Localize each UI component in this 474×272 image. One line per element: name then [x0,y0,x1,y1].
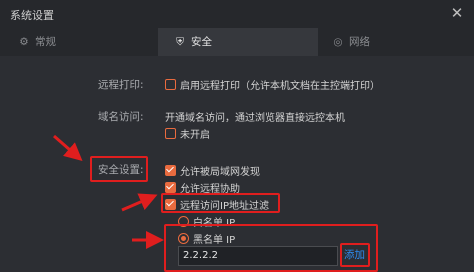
tab-label: 安全 [191,36,212,48]
remote-print-checkbox[interactable] [165,79,176,90]
tab-general[interactable]: ⚙ 常规 [0,28,158,56]
title-bar: 系统设置 ✕ [0,0,474,28]
gear-icon: ⚙ [19,36,29,48]
ip-filter-highlight [161,193,280,213]
security-label-highlight [90,156,148,182]
domain-access-description: 开通域名访问，通过浏览器直接远控本机 [165,113,345,124]
remote-print-text: 启用远程打印（允许本机文档在主控端打印） [180,81,380,92]
domain-access-label: 域名访问: [98,111,144,123]
network-icon: ◎ [333,36,343,48]
lan-discovery-text: 允许被局域网发现 [180,167,260,178]
tab-network[interactable]: ◎ 网络 [318,28,474,56]
arrow-to-ip-filter [121,193,158,212]
tab-label: 网络 [349,36,370,48]
domain-access-checkbox[interactable] [165,128,176,139]
lan-discovery-checkbox[interactable] [165,165,176,176]
window-title: 系统设置 [10,9,54,22]
shield-icon: ⛨ [176,36,184,48]
close-icon[interactable]: ✕ [448,4,466,22]
arrow-to-security [53,134,83,161]
tab-bar: ⚙ 常规 ⛨ 安全 ◎ 网络 [0,28,474,56]
tab-security[interactable]: ⛨ 安全 [158,28,318,56]
add-button-highlight [340,243,370,267]
tab-label: 常规 [35,36,56,48]
remote-assist-checkbox[interactable] [165,182,176,193]
domain-access-status: 未开启 [180,130,210,141]
remote-print-label: 远程打印: [98,79,144,91]
